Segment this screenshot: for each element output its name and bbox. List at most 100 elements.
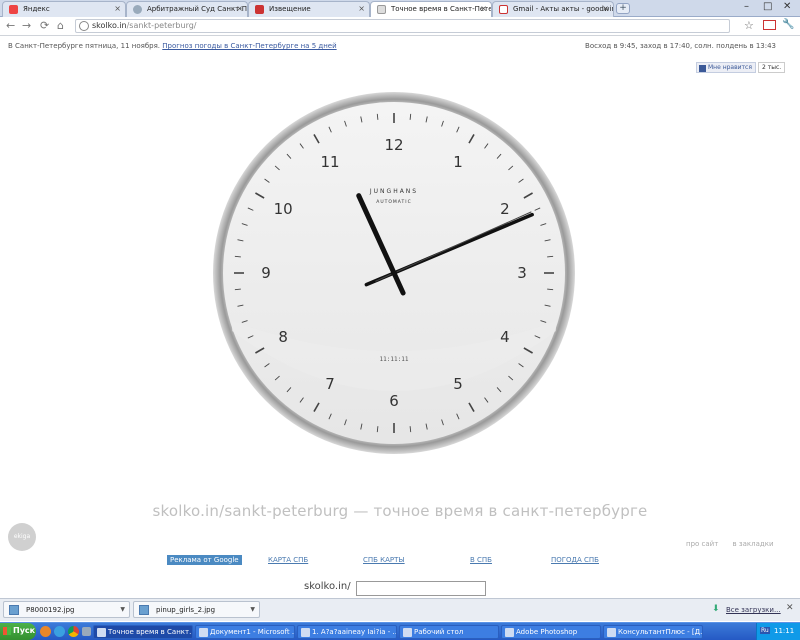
taskbar-button-label: Точное время в Санкт... bbox=[108, 628, 193, 636]
tab-gmail[interactable]: Gmail - Акты акты - goodwin × bbox=[492, 1, 614, 17]
numeral-12: 12 bbox=[384, 136, 403, 154]
close-icon[interactable]: × bbox=[358, 4, 365, 13]
address-text: skolko.in/sankt-peterburg/ bbox=[92, 21, 197, 30]
forward-icon[interactable]: → bbox=[22, 19, 31, 32]
like-count: 2 тыс. bbox=[758, 62, 786, 73]
chrome-icon[interactable] bbox=[68, 626, 79, 637]
url-path: /sankt-peterburg/ bbox=[126, 21, 197, 30]
downloads-icon: ⬇ bbox=[712, 604, 720, 614]
downloads-bar: P8000192.jpg ▼ pinup_girls_2.jpg ▼ ⬇ Все… bbox=[0, 598, 800, 621]
sun-times-text: Восход в 9:45, заход в 17:40, солн. полд… bbox=[585, 42, 776, 50]
taskbar-button-consultant[interactable]: КонсультантПлюс - [Д... bbox=[603, 625, 703, 639]
minute-tick bbox=[409, 113, 412, 120]
nav-links: Реклама от Google КАРТА СПБ СПБ КАРТЫ В … bbox=[0, 555, 800, 568]
yandex-icon bbox=[9, 5, 18, 14]
browser-toolbar: ← → ⟳ ⌂ skolko.in/sankt-peterburg/ ☆ 🔧 bbox=[0, 17, 800, 36]
nav-link-spb-map[interactable]: КАРТА СПБ bbox=[268, 556, 308, 564]
minute-tick bbox=[376, 113, 379, 120]
minute-tick bbox=[234, 255, 241, 258]
all-downloads-link[interactable]: Все загрузки... bbox=[726, 606, 781, 614]
date-text: В Санкт-Петербурге пятница, 11 ноября. bbox=[8, 42, 161, 50]
minimize-icon[interactable]: – bbox=[744, 1, 749, 12]
start-button[interactable]: Пуск bbox=[0, 623, 36, 640]
wrench-icon[interactable]: 🔧 bbox=[782, 19, 794, 30]
download-item[interactable]: pinup_girls_2.jpg ▼ bbox=[133, 601, 260, 618]
close-icon[interactable]: × bbox=[114, 4, 121, 13]
globe-icon bbox=[79, 21, 89, 31]
minute-tick bbox=[376, 426, 379, 433]
close-icon[interactable]: × bbox=[602, 4, 609, 13]
language-indicator[interactable]: Ru bbox=[760, 627, 770, 634]
photoshop-icon bbox=[505, 628, 514, 637]
tab-court[interactable]: Арбитражный Суд Санкт-Пе × bbox=[126, 1, 248, 17]
numeral-4: 4 bbox=[500, 328, 510, 346]
facebook-icon bbox=[699, 65, 706, 72]
ie-icon[interactable] bbox=[54, 626, 65, 637]
corner-logo[interactable]: ekiga bbox=[8, 523, 36, 551]
download-filename: P8000192.jpg bbox=[26, 606, 75, 614]
info-left: В Санкт-Петербурге пятница, 11 ноября. П… bbox=[8, 42, 337, 50]
taskbar-button-word[interactable]: Документ1 - Microsoft ... bbox=[195, 625, 295, 639]
consultant-icon bbox=[607, 628, 616, 637]
weather-forecast-link[interactable]: Прогноз погоды в Санкт-Петербурге на 5 д… bbox=[162, 42, 336, 50]
tab-notice[interactable]: Извещение × bbox=[248, 1, 370, 17]
numeral-6: 6 bbox=[389, 392, 399, 410]
close-icon[interactable]: × bbox=[480, 4, 487, 13]
word-icon bbox=[199, 628, 208, 637]
tab-label: Арбитражный Суд Санкт-Пе bbox=[147, 5, 248, 13]
numeral-8: 8 bbox=[278, 328, 288, 346]
address-bar[interactable]: skolko.in/sankt-peterburg/ bbox=[75, 19, 730, 33]
digital-time: 11:11:11 bbox=[380, 356, 409, 363]
numeral-9: 9 bbox=[261, 264, 271, 282]
taskbar-button-browser[interactable]: Точное время в Санкт... bbox=[93, 625, 193, 639]
city-url-input[interactable] bbox=[356, 581, 486, 596]
about-link[interactable]: про сайт bbox=[686, 540, 718, 548]
taskbar-button-photoshop[interactable]: Adobe Photoshop bbox=[501, 625, 601, 639]
close-icon[interactable]: × bbox=[236, 4, 243, 13]
download-filename: pinup_girls_2.jpg bbox=[156, 606, 216, 614]
reload-icon[interactable]: ⟳ bbox=[40, 19, 49, 32]
bookmarks-link[interactable]: в закладки bbox=[733, 540, 774, 548]
download-item[interactable]: P8000192.jpg ▼ bbox=[3, 601, 130, 618]
numeral-1: 1 bbox=[453, 153, 463, 171]
close-window-icon[interactable]: ✕ bbox=[783, 1, 791, 12]
chevron-down-icon[interactable]: ▼ bbox=[250, 606, 255, 613]
home-icon[interactable]: ⌂ bbox=[57, 19, 64, 32]
maximize-icon[interactable]: □ bbox=[763, 1, 772, 12]
system-tray: Ru 11:11 bbox=[756, 623, 800, 640]
nav-link-in-spb[interactable]: В СПБ bbox=[470, 556, 492, 564]
numeral-10: 10 bbox=[274, 200, 293, 218]
taskbar-button-label: Рабочий стол bbox=[414, 628, 464, 636]
bookmark-star-icon[interactable]: ☆ bbox=[744, 19, 754, 32]
doc-icon bbox=[255, 5, 264, 14]
info-bar: В Санкт-Петербурге пятница, 11 ноября. П… bbox=[0, 40, 800, 52]
nav-link-spb-maps[interactable]: СПБ КАРТЫ bbox=[363, 556, 405, 564]
chevron-down-icon[interactable]: ▼ bbox=[120, 606, 125, 613]
windows-taskbar: Пуск Точное время в Санкт... Документ1 -… bbox=[0, 622, 800, 640]
google-ad-label[interactable]: Реклама от Google bbox=[167, 555, 242, 565]
browser-tab-bar: Яндекс × Арбитражный Суд Санкт-Пе × Изве… bbox=[0, 0, 800, 18]
gmail-checker-icon[interactable] bbox=[763, 20, 776, 30]
tab-label: Извещение bbox=[269, 5, 311, 13]
taskbar-button-label: Документ1 - Microsoft ... bbox=[210, 628, 295, 636]
gmail-icon bbox=[499, 5, 508, 14]
close-icon[interactable]: ✕ bbox=[786, 603, 794, 613]
taskbar-button-desktop[interactable]: Рабочий стол bbox=[399, 625, 499, 639]
tab-yandex[interactable]: Яндекс × bbox=[2, 1, 126, 17]
back-icon[interactable]: ← bbox=[6, 19, 15, 32]
clock-face: 121234567891011 JUNGHANS AUTOMATIC 11:11… bbox=[213, 92, 575, 454]
tab-label: Gmail - Акты акты - goodwin bbox=[513, 5, 614, 13]
like-label: Мне нравится bbox=[708, 64, 752, 71]
tab-current-time[interactable]: Точное время в Санкт-Петер × bbox=[370, 1, 492, 18]
taskbar-button-label: Adobe Photoshop bbox=[516, 628, 578, 636]
facebook-like-button[interactable]: Мне нравится bbox=[696, 62, 756, 73]
firefox-icon[interactable] bbox=[40, 626, 51, 637]
nav-link-spb-weather[interactable]: ПОГОДА СПБ bbox=[551, 556, 599, 564]
new-tab-button[interactable]: + bbox=[616, 3, 630, 14]
numeral-2: 2 bbox=[500, 200, 510, 218]
show-desktop-icon[interactable] bbox=[82, 627, 91, 636]
tray-clock: 11:11 bbox=[774, 627, 795, 635]
folder-icon bbox=[403, 628, 412, 637]
taskbar-button-app[interactable]: 1. А?а?ааineay Iai?ia - ... bbox=[297, 625, 397, 639]
minute-tick bbox=[547, 255, 554, 258]
